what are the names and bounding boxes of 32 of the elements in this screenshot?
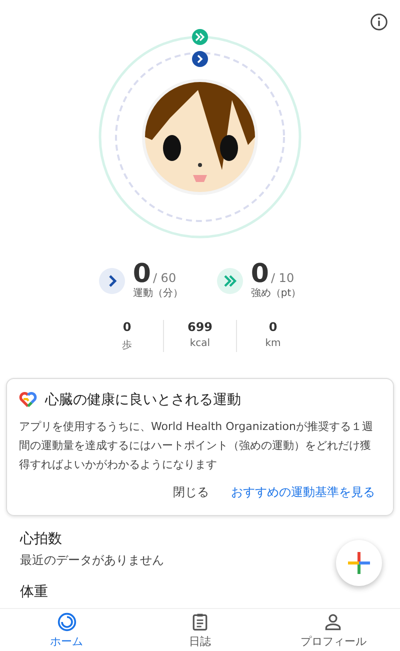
stat-value: 0 (268, 320, 278, 334)
goal-label: 強め（pt） (250, 287, 302, 300)
card-title: 心臓の健康に良いとされる運動 (45, 391, 241, 409)
add-button[interactable] (336, 540, 382, 586)
goal-value: 0 (250, 262, 269, 286)
nav-tab[interactable]: プロフィール (266, 609, 400, 651)
stat-unit: km (265, 338, 281, 349)
metric-title: 体重 (20, 583, 48, 601)
stat-value: 0 (122, 320, 132, 334)
stat-value: 699 (187, 320, 213, 334)
stat-unit: 歩 (122, 338, 132, 352)
metric-value: 最近のデータがありません (20, 552, 164, 569)
plus-icon (347, 551, 371, 575)
chevron-icon (98, 268, 125, 294)
move-badge-icon (192, 51, 208, 67)
goal-target: / 60 (152, 271, 176, 285)
close-button[interactable]: 閉じる (167, 480, 215, 505)
recommendation-button[interactable]: おすすめの運動基準を見る (225, 480, 381, 505)
person-icon (323, 612, 344, 632)
goal-label: 運動（分） (132, 287, 183, 300)
heart-logo-icon (19, 392, 37, 408)
ring-icon (56, 612, 77, 632)
goal-target: / 10 (270, 271, 294, 285)
stat-unit: kcal (190, 338, 210, 349)
info-icon[interactable] (370, 13, 388, 31)
goal-value: 0 (132, 262, 151, 286)
heart-badge-icon (192, 29, 208, 45)
metric-title: 心拍数 (20, 530, 62, 548)
nav-tab[interactable]: 日誌 (133, 609, 267, 651)
nav-tab[interactable]: ホーム (0, 609, 134, 651)
card-body: アプリを使用するうちに、World Health Organizationが推奨する１週間の運動量を達成するにはハートポイント（強めの運動）をどれだけ獲得すればよいかがわかるようになります (19, 419, 374, 473)
double-chevron-icon (216, 268, 243, 294)
